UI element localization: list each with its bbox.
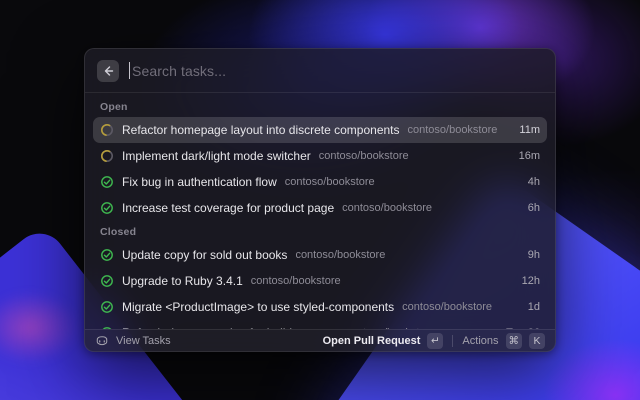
footer-view-tasks[interactable]: View Tasks — [95, 334, 171, 348]
task-title: Increase test coverage for product page — [122, 201, 334, 215]
task-row[interactable]: Refactor homepage layout into discrete c… — [93, 117, 547, 143]
task-list: Open Refactor homepage layout into discre… — [85, 94, 555, 329]
task-time: 6h — [528, 202, 540, 214]
task-repo: contoso/bookstore — [251, 275, 341, 287]
task-time: 12h — [522, 275, 540, 287]
task-row[interactable]: Fix bug in authentication flow contoso/bo… — [93, 169, 547, 195]
copilot-icon — [95, 334, 109, 348]
check-circle-icon — [100, 248, 114, 262]
arrow-left-icon — [102, 65, 114, 77]
task-repo: contoso/bookstore — [285, 176, 375, 188]
task-title: Migrate <ProductImage> to use styled-com… — [122, 300, 394, 314]
view-tasks-label: View Tasks — [116, 335, 171, 347]
in-progress-icon — [100, 123, 114, 137]
footer-bar: View Tasks Open Pull Request ↵ Actions ⌘… — [85, 329, 555, 351]
section-header-closed: Closed — [93, 226, 547, 238]
check-circle-icon — [100, 300, 114, 314]
task-repo: contoso/bookstore — [402, 301, 492, 313]
command-keycap: ⌘ — [506, 333, 523, 349]
check-circle-icon — [100, 201, 114, 215]
open-pull-request-button[interactable]: Open Pull Request — [323, 335, 421, 347]
search-input[interactable]: Search tasks... — [129, 62, 543, 79]
task-repo: contoso/bookstore — [408, 124, 498, 136]
search-placeholder: Search tasks... — [132, 63, 226, 79]
task-row[interactable]: Update copy for sold out books contoso/bo… — [93, 242, 547, 268]
search-header: Search tasks... — [85, 49, 555, 93]
task-title: Upgrade to Ruby 3.4.1 — [122, 274, 243, 288]
task-time: 16m — [519, 150, 540, 162]
command-palette: Search tasks... Open Refactor homepage la… — [84, 48, 556, 352]
task-repo: contoso/bookstore — [342, 202, 432, 214]
task-repo: contoso/bookstore — [295, 249, 385, 261]
actions-button[interactable]: Actions — [462, 335, 498, 347]
task-row[interactable]: Increase test coverage for product page c… — [93, 195, 547, 221]
wallpaper-magenta-glow — [0, 280, 95, 375]
task-title: Implement dark/light mode switcher — [122, 149, 311, 163]
task-time: 11m — [519, 124, 540, 136]
task-title: Fix bug in authentication flow — [122, 175, 277, 189]
task-time: 9h — [528, 249, 540, 261]
task-row[interactable]: Implement dark/light mode switcher contos… — [93, 143, 547, 169]
task-time: 4h — [528, 176, 540, 188]
task-title: Refactor homepage layout into discrete c… — [122, 123, 400, 137]
footer-divider — [452, 335, 453, 347]
section-header-open: Open — [93, 101, 547, 113]
check-circle-icon — [100, 274, 114, 288]
task-title: Update copy for sold out books — [122, 248, 287, 262]
in-progress-icon — [100, 149, 114, 163]
task-time: 1d — [528, 301, 540, 313]
enter-keycap: ↵ — [427, 333, 443, 349]
task-repo: contoso/bookstore — [319, 150, 409, 162]
back-button[interactable] — [97, 60, 119, 82]
task-row[interactable]: Migrate <ProductImage> to use styled-com… — [93, 294, 547, 320]
text-caret — [129, 62, 130, 79]
task-row[interactable]: Upgrade to Ruby 3.4.1 contoso/bookstore 12… — [93, 268, 547, 294]
check-circle-icon — [100, 175, 114, 189]
footer-actions: Open Pull Request ↵ Actions ⌘ K — [323, 333, 545, 349]
task-row[interactable]: Refresh documentation for build processc… — [93, 320, 547, 329]
k-keycap: K — [529, 333, 545, 349]
desktop: Search tasks... Open Refactor homepage la… — [0, 0, 640, 400]
